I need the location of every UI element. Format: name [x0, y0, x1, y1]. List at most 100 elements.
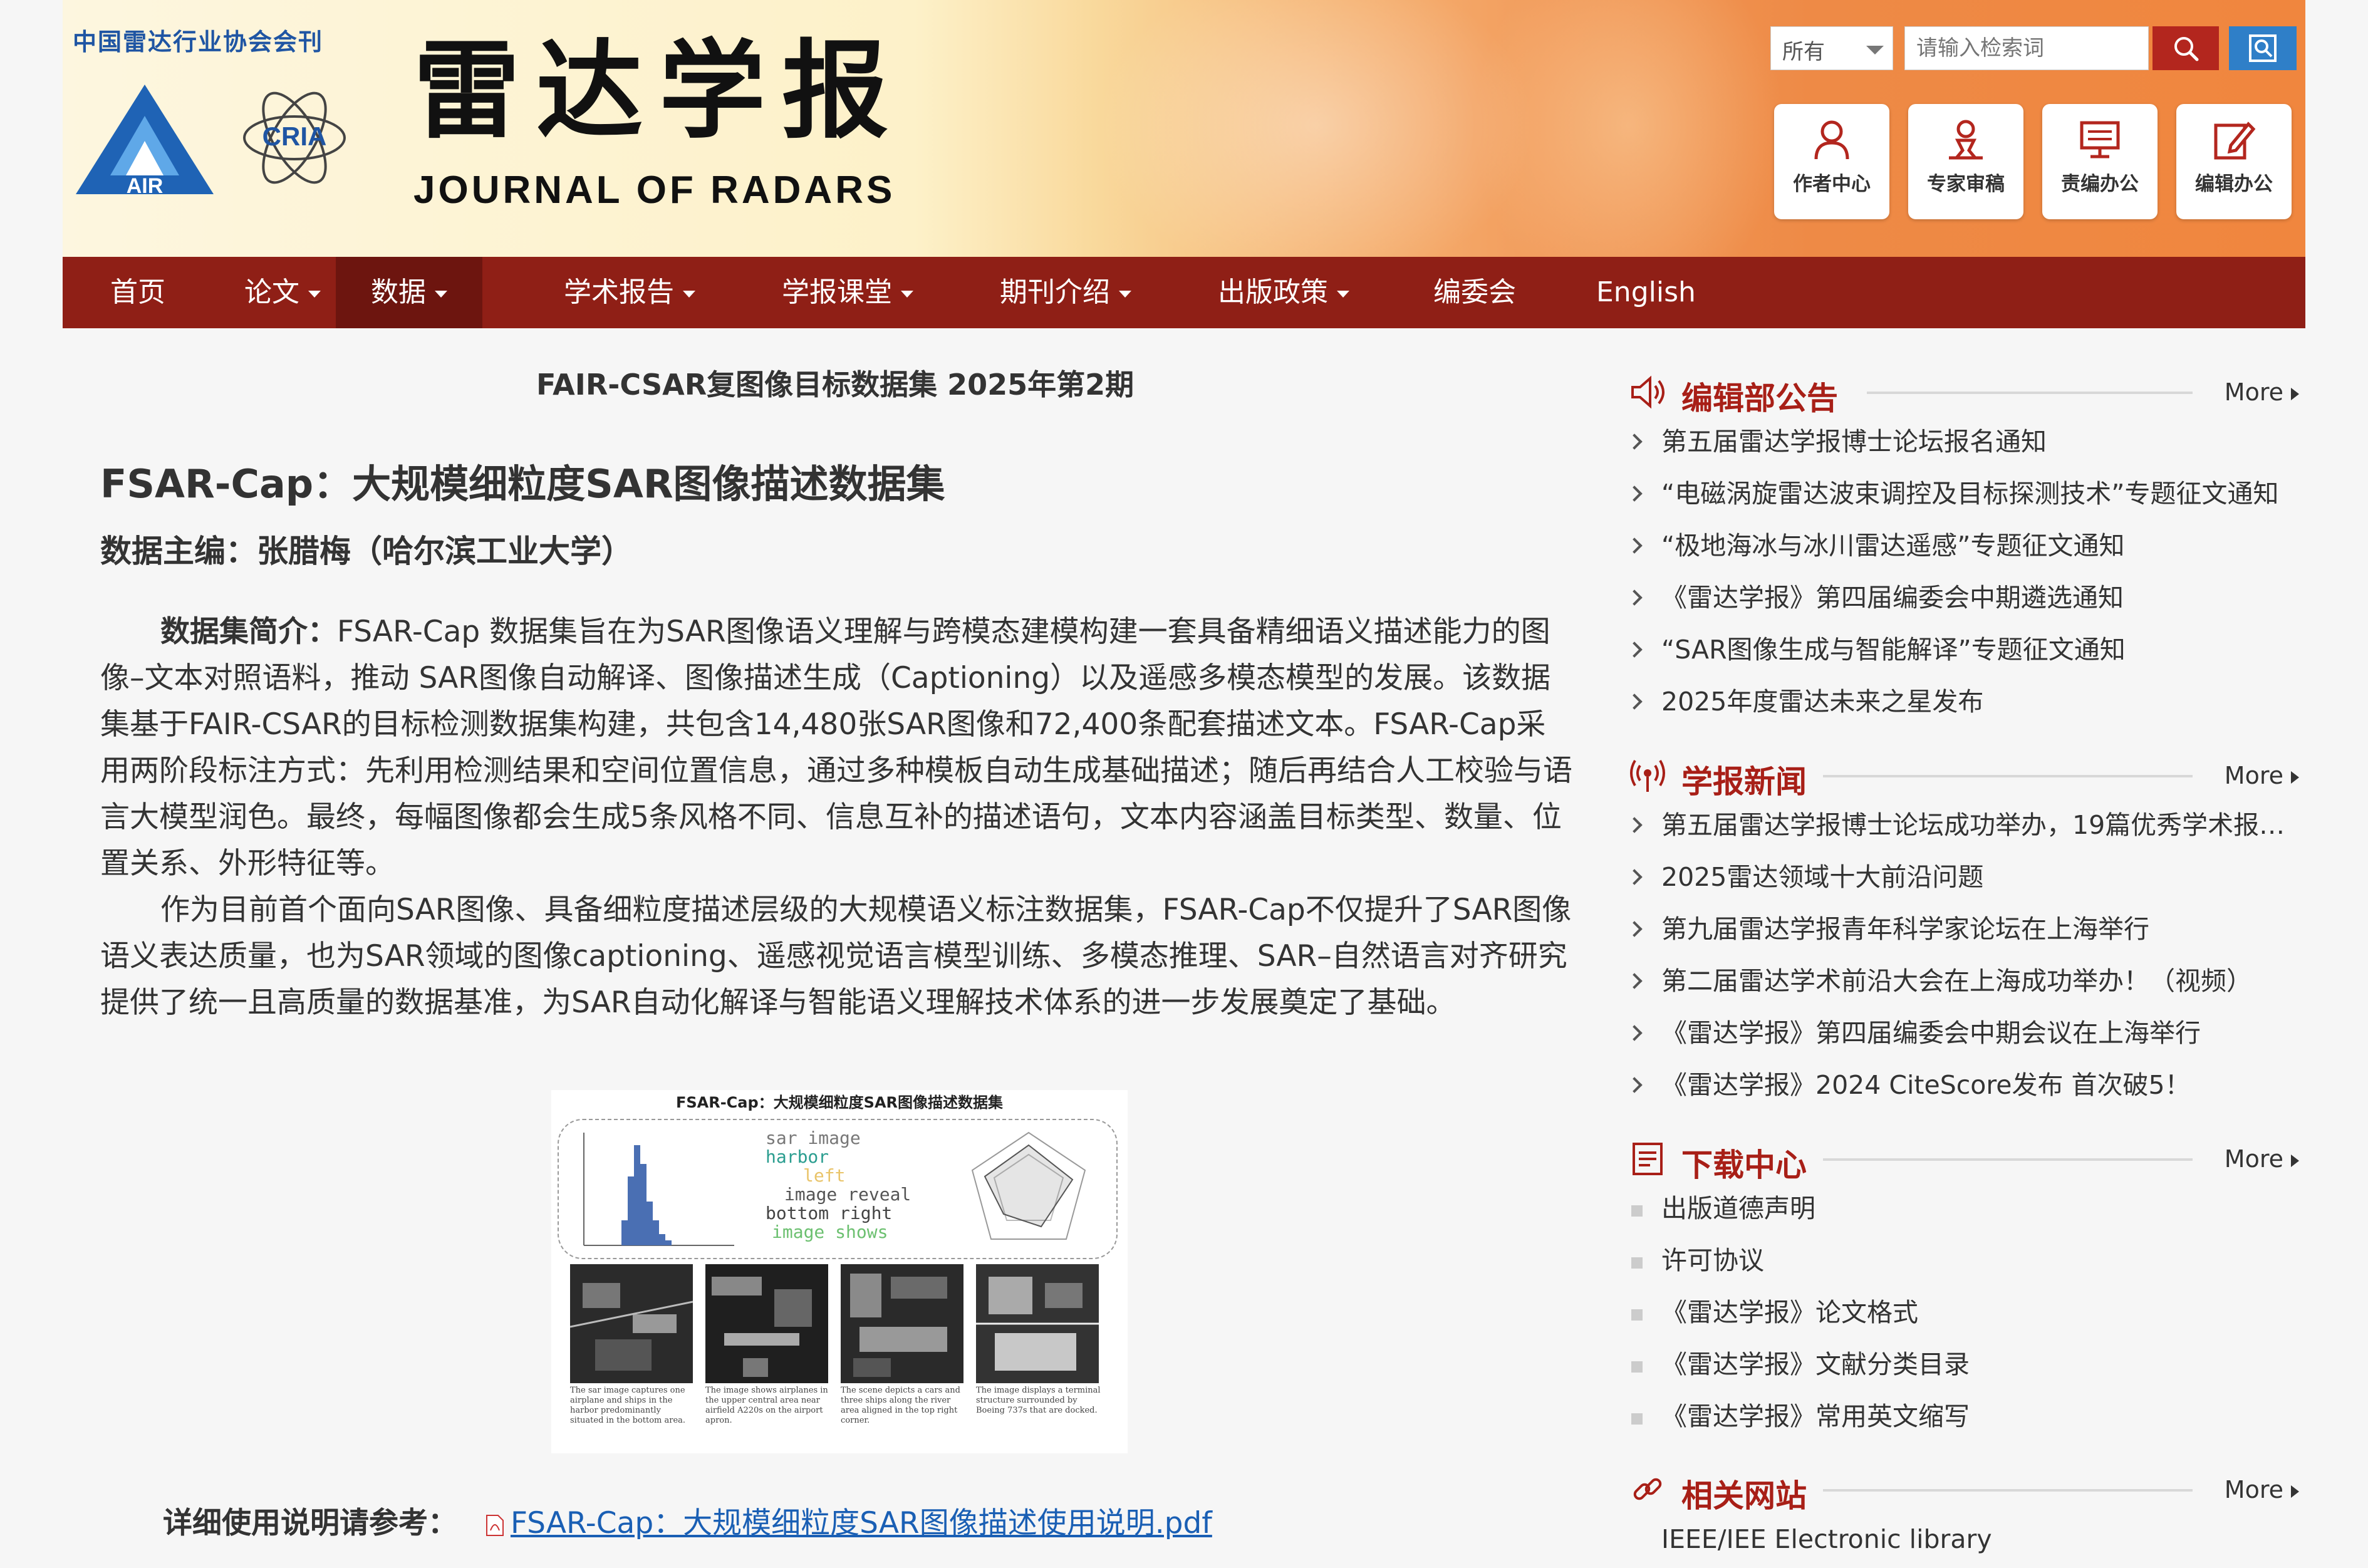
divider [1867, 392, 2193, 394]
main-nav: 首页 论文 数据 学术报告 学报课堂 期刊介绍 出版政策 编委会 English [63, 257, 2305, 328]
sar-image-thumbnail [705, 1264, 828, 1383]
chevron-right-icon [1629, 434, 1643, 450]
bullet-square [1631, 1309, 1643, 1321]
figure-caption: The sar image captures one airplane and … [570, 1386, 686, 1425]
nav-item-publishing-policy[interactable]: 出版政策 [1218, 257, 1349, 328]
list-item[interactable]: “电磁涡旋雷达波束调控及目标探测技术”专题征文通知 [1629, 470, 2299, 522]
intro-text: FSAR-Cap 数据集旨在为SAR图像语义理解与跨模态建模构建一套具备精细语义… [100, 615, 1572, 881]
list-item[interactable]: 《雷达学报》常用英文缩写 [1629, 1393, 2299, 1445]
nav-item-editorial-board[interactable]: 编委会 [1433, 257, 1516, 328]
search-scope-value: 所有 [1782, 39, 1825, 65]
second-paragraph: 作为目前首个面向SAR图像、具备细粒度描述层级的大规模语义标注数据集，FSAR-… [100, 893, 1572, 1020]
pdf-icon [486, 1514, 504, 1536]
quick-link-expert-review[interactable]: 专家审稿 [1908, 104, 2023, 219]
list-item[interactable]: 《雷达学报》论文格式 [1629, 1289, 2299, 1341]
wordcloud-word: image shows [772, 1222, 888, 1242]
monitor-icon [2080, 121, 2120, 158]
list-item[interactable]: 《雷达学报》第四届编委会中期遴选通知 [1629, 574, 2299, 626]
list-item[interactable]: 2025雷达领域十大前沿问题 [1629, 854, 2299, 906]
list-item[interactable]: 第二届雷达学术前沿大会在上海成功举办！（视频） [1629, 958, 2299, 1010]
reference-line: 详细使用说明请参考： FSAR-Cap：大规模细粒度SAR图像描述使用说明.pd… [163, 1498, 1212, 1542]
page-title: FSAR-Cap：大规模细粒度SAR图像描述数据集 [100, 461, 945, 507]
search-icon [2174, 37, 2199, 61]
divider [1823, 775, 2193, 777]
cria-logo-text: CRIA [262, 122, 327, 151]
intro-paragraph: 数据集简介：FSAR-Cap 数据集旨在为SAR图像语义理解与跨模态建模构建一套… [100, 609, 1572, 887]
nav-item-papers[interactable]: 论文 [244, 257, 321, 328]
nav-item-english[interactable]: English [1596, 257, 1696, 328]
nav-item-academic-reports[interactable]: 学术报告 [564, 257, 695, 328]
quick-link-label: 编辑办公 [2195, 173, 2273, 195]
sar-image-thumbnail [841, 1264, 963, 1383]
chevron-down-icon [1866, 46, 1884, 55]
list-item[interactable]: 许可协议 [1629, 1237, 2299, 1289]
search-scope-select[interactable]: 所有 [1770, 26, 1893, 70]
more-link[interactable]: More [2225, 1145, 2299, 1173]
edit-icon [2214, 122, 2256, 160]
journal-title-cn[interactable]: 雷达学报 [413, 38, 905, 144]
dataset-description: 数据集简介：FSAR-Cap 数据集旨在为SAR图像语义理解与跨模态建模构建一套… [100, 609, 1572, 1026]
more-link[interactable]: More [2225, 762, 2299, 789]
radar-chart-thumbnail [971, 1131, 1086, 1240]
more-link[interactable]: More [2225, 1476, 2299, 1503]
bullet-square [1631, 1205, 1643, 1217]
list-item[interactable]: 《雷达学报》2024 CiteScore发布 首次破5！ [1629, 1062, 2299, 1114]
wordcloud-word: image reveal [784, 1184, 911, 1205]
list-item[interactable]: 2025年度雷达未来之星发布 [1629, 678, 2299, 730]
quick-link-label: 责编办公 [2061, 173, 2139, 195]
figure-stats-panel: sar image harbor left image reveal botto… [558, 1119, 1118, 1259]
chevron-right-icon [1629, 1077, 1643, 1093]
caption-length-histogram [583, 1133, 734, 1246]
wordcloud-word: left [803, 1165, 846, 1186]
chevron-right-icon [1629, 641, 1643, 658]
cria-logo[interactable]: CRIA [235, 75, 354, 200]
list-item[interactable]: 第九届雷达学报青年科学家论坛在上海举行 [1629, 906, 2299, 958]
advanced-search-icon [2249, 34, 2277, 62]
list-item[interactable]: IEEE/IEE Electronic library [1629, 1516, 2299, 1568]
related-sites-list: IEEE/IEE Electronic library [1629, 1516, 2299, 1568]
sidebar-announcements: 编辑部公告 More 第五届雷达学报博士论坛报名通知 “电磁涡旋雷达波束调控及目… [1629, 370, 2299, 730]
divider [1823, 1158, 2193, 1161]
section-title: 学报新闻 [1681, 764, 1807, 800]
list-item[interactable]: “SAR图像生成与智能解译”专题征文通知 [1629, 626, 2299, 678]
quick-link-editing-office[interactable]: 编辑办公 [2176, 104, 2292, 219]
intro-label: 数据集简介： [160, 615, 337, 649]
chevron-right-icon [1629, 537, 1643, 554]
list-item[interactable]: 出版道德声明 [1629, 1185, 2299, 1237]
chevron-right-icon [1629, 817, 1643, 833]
nav-item-data[interactable]: 数据 [336, 257, 482, 328]
advanced-search-button[interactable] [2229, 26, 2297, 70]
quick-link-author-center[interactable]: 作者中心 [1774, 104, 1889, 219]
nav-item-home[interactable]: 首页 [110, 257, 165, 328]
header-decoration [1472, 0, 1785, 257]
triangle-right-icon [2291, 1485, 2299, 1498]
nav-item-journal-intro[interactable]: 期刊介绍 [1000, 257, 1131, 328]
figure-caption: The image displays a terminal structure … [976, 1386, 1101, 1415]
triangle-right-icon [2291, 771, 2299, 784]
air-logo[interactable]: AIR [73, 81, 217, 200]
section-title: 下载中心 [1681, 1147, 1807, 1183]
quick-link-label: 作者中心 [1793, 173, 1871, 195]
broadcast-icon [1630, 759, 1665, 792]
more-link[interactable]: More [2225, 378, 2299, 406]
nav-item-classroom[interactable]: 学报课堂 [782, 257, 913, 328]
list-item[interactable]: “极地海冰与冰川雷达遥感”专题征文通知 [1629, 522, 2299, 574]
chevron-right-icon [1629, 589, 1643, 606]
search-button[interactable] [2152, 26, 2219, 70]
chevron-down-icon [901, 290, 913, 298]
news-list: 第五届雷达学报博士论坛成功举办，19篇优秀学术报告... 2025雷达领域十大前… [1629, 802, 2299, 1114]
list-item[interactable]: 《雷达学报》第四届编委会中期会议在上海举行 [1629, 1010, 2299, 1062]
bullet-square [1631, 1257, 1643, 1269]
search-input[interactable] [1904, 26, 2149, 70]
list-item[interactable]: 第五届雷达学报博士论坛报名通知 [1629, 418, 2299, 470]
sidebar-news: 学报新闻 More 第五届雷达学报博士论坛成功举办，19篇优秀学术报告... 2… [1629, 753, 2299, 1114]
journal-title-en[interactable]: JOURNAL OF RADARS [413, 168, 895, 212]
quick-link-editor-office[interactable]: 责编办公 [2042, 104, 2158, 219]
list-item[interactable]: 第五届雷达学报博士论坛成功举办，19篇优秀学术报告... [1629, 802, 2299, 854]
section-title: 相关网站 [1681, 1478, 1807, 1514]
sidebar-downloads: 下载中心 More 出版道德声明 许可协议 《雷达学报》论文格式 《雷达学报》文… [1629, 1136, 2299, 1445]
chevron-down-icon [435, 290, 447, 298]
list-item[interactable]: 《雷达学报》文献分类目录 [1629, 1341, 2299, 1393]
reference-pdf-link[interactable]: FSAR-Cap：大规模细粒度SAR图像描述使用说明.pdf [511, 1506, 1212, 1540]
wordcloud-word: bottom right [766, 1203, 893, 1223]
